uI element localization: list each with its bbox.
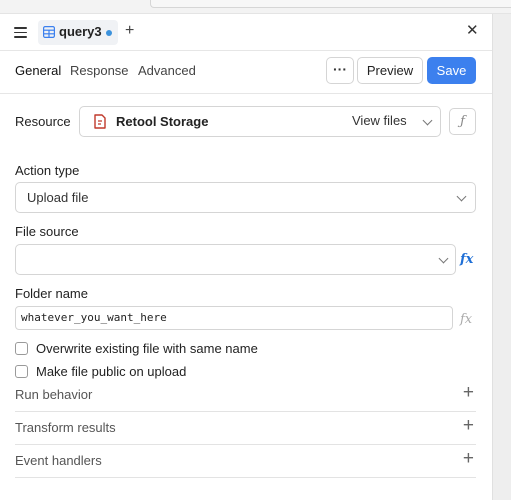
- right-scroll-gutter[interactable]: [492, 14, 511, 500]
- file-source-select[interactable]: [15, 244, 456, 275]
- action-type-value: Upload file: [27, 190, 89, 205]
- folder-name-label: Folder name: [15, 286, 88, 301]
- chevron-down-icon: [456, 191, 467, 202]
- hamburger-menu-icon[interactable]: [14, 27, 27, 38]
- close-icon[interactable]: ✕: [466, 23, 479, 39]
- plus-icon[interactable]: +: [463, 383, 474, 402]
- top-strip: [0, 0, 511, 14]
- tab-response[interactable]: Response: [70, 63, 129, 78]
- resource-name: Retool Storage: [116, 114, 209, 129]
- query-tab-bar: query3 + ✕: [0, 14, 492, 51]
- action-type-select[interactable]: Upload file: [15, 182, 476, 213]
- tab-advanced[interactable]: Advanced: [138, 63, 196, 78]
- preview-button[interactable]: Preview: [357, 57, 423, 84]
- query-panel: query3 + ✕ General Response Advanced ···…: [0, 14, 492, 500]
- file-source-label: File source: [15, 224, 79, 239]
- query-tab[interactable]: query3: [38, 20, 118, 45]
- overwrite-checkbox[interactable]: [15, 342, 28, 355]
- top-strip-bar: [150, 0, 511, 8]
- action-type-label: Action type: [15, 163, 80, 178]
- section-run-behavior[interactable]: Run behavior +: [15, 379, 476, 412]
- section-label: Transform results: [15, 420, 116, 435]
- query-name: query3: [59, 24, 102, 39]
- table-icon: [43, 26, 55, 38]
- plus-icon[interactable]: +: [463, 416, 474, 435]
- tab-general[interactable]: General: [15, 63, 61, 78]
- folder-name-input[interactable]: whatever_you_want_here: [15, 306, 453, 330]
- make-public-label: Make file public on upload: [36, 364, 187, 379]
- chevron-down-icon: [438, 253, 449, 264]
- more-options-button[interactable]: ···: [326, 57, 354, 84]
- file-source-fx-icon[interactable]: fx: [460, 252, 473, 267]
- folder-name-fx-icon[interactable]: fx: [460, 312, 472, 327]
- save-button[interactable]: Save: [427, 57, 476, 84]
- chevron-down-icon: [422, 115, 433, 126]
- section-transform-results[interactable]: Transform results +: [15, 412, 476, 445]
- view-files-link[interactable]: View files: [352, 113, 407, 128]
- overwrite-label: Overwrite existing file with same name: [36, 341, 258, 356]
- make-public-checkbox[interactable]: [15, 365, 28, 378]
- resource-fx-button[interactable]: ƒ: [449, 108, 476, 135]
- file-icon: [94, 114, 106, 129]
- editor-subtabs: General Response Advanced ··· Preview Sa…: [0, 51, 492, 94]
- add-tab-icon[interactable]: +: [125, 23, 134, 39]
- resource-label: Resource: [15, 114, 71, 129]
- section-label: Event handlers: [15, 453, 102, 468]
- section-label: Run behavior: [15, 387, 93, 402]
- resource-select[interactable]: Retool Storage View files: [79, 106, 441, 137]
- query-editor-window: query3 + ✕ General Response Advanced ···…: [0, 0, 511, 500]
- plus-icon[interactable]: +: [463, 449, 474, 468]
- unsaved-indicator: [106, 30, 112, 36]
- section-event-handlers[interactable]: Event handlers +: [15, 445, 476, 478]
